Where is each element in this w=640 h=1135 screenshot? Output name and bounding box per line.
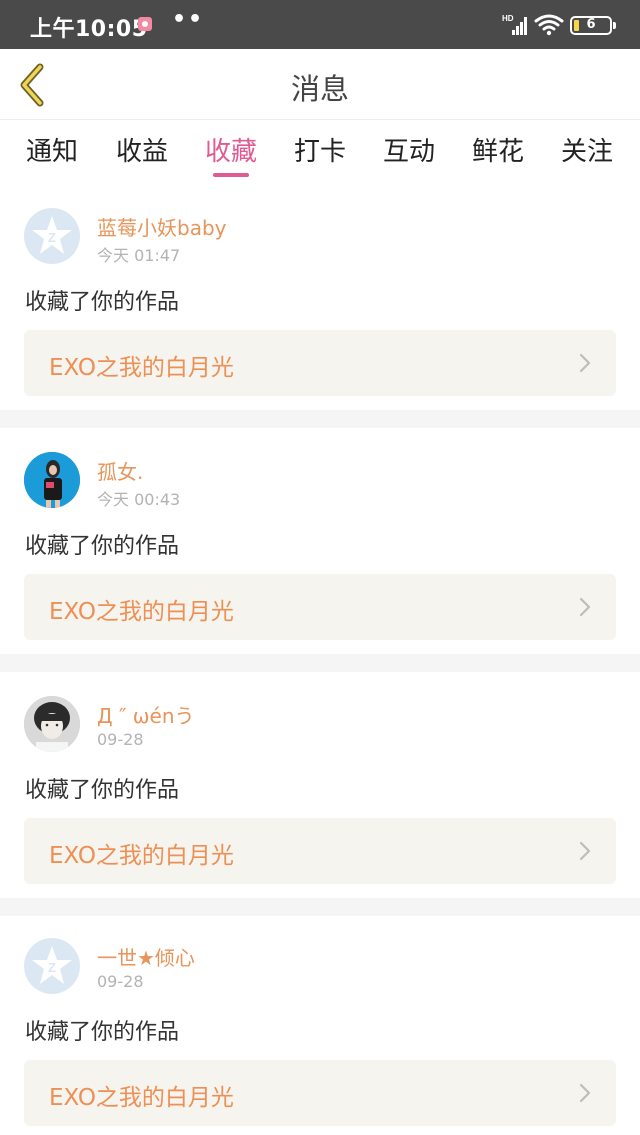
username[interactable]: 一世★倾心: [97, 942, 195, 971]
action-text: 收藏了你的作品: [25, 778, 180, 803]
user-avatar[interactable]: [24, 452, 80, 508]
username[interactable]: Д ″ ωénう: [97, 700, 195, 729]
tab-earnings[interactable]: 收益: [107, 131, 177, 168]
timestamp: 09-28: [97, 730, 144, 749]
wifi-icon: [534, 14, 564, 36]
user-avatar[interactable]: [24, 696, 80, 752]
work-title: EXO之我的白月光: [49, 843, 234, 869]
section-divider: [0, 654, 640, 672]
status-bar: 上午10:05 •• HD 6: [0, 0, 640, 49]
default-avatar-icon[interactable]: Z: [24, 938, 80, 994]
status-time: 上午10:05: [30, 17, 148, 42]
page-title: 消息: [290, 72, 349, 106]
tab-flowers[interactable]: 鲜花: [463, 131, 533, 168]
work-link[interactable]: EXO之我的白月光: [24, 818, 616, 884]
default-avatar-icon[interactable]: Z: [24, 208, 80, 264]
message-item: 孤女. 今天 00:43 收藏了你的作品 EXO之我的白月光: [0, 428, 640, 654]
work-title: EXO之我的白月光: [49, 355, 234, 381]
username[interactable]: 蓝莓小妖baby: [97, 212, 226, 241]
timestamp: 今天 00:43: [97, 490, 181, 509]
hd-label: HD: [502, 14, 514, 23]
battery-icon: 6: [570, 16, 616, 35]
work-link[interactable]: EXO之我的白月光: [24, 1060, 616, 1126]
action-text: 收藏了你的作品: [25, 1020, 180, 1045]
work-link[interactable]: EXO之我的白月光: [24, 574, 616, 640]
notification-app-icon: [138, 17, 152, 31]
section-divider: [0, 410, 640, 428]
svg-text:Z: Z: [48, 230, 56, 245]
work-title: EXO之我的白月光: [49, 599, 234, 625]
timestamp: 09-28: [97, 972, 144, 991]
username[interactable]: 孤女.: [97, 456, 143, 485]
message-item: Z 一世★倾心 09-28 收藏了你的作品 EXO之我的白月光: [0, 916, 640, 1135]
chevron-right-icon: [579, 353, 591, 373]
chevron-right-icon: [579, 597, 591, 617]
tab-checkin[interactable]: 打卡: [285, 131, 355, 168]
tab-favorites[interactable]: 收藏: [196, 131, 266, 168]
section-divider: [0, 898, 640, 916]
battery-level: 6: [586, 17, 596, 32]
chevron-right-icon: [579, 1083, 591, 1103]
timestamp: 今天 01:47: [97, 246, 181, 265]
nav-bar: 消息: [0, 49, 640, 120]
tab-notifications[interactable]: 通知: [17, 131, 87, 168]
message-item: Д ″ ωénう 09-28 收藏了你的作品 EXO之我的白月光: [0, 672, 640, 898]
chevron-right-icon: [579, 841, 591, 861]
svg-text:Z: Z: [48, 960, 56, 975]
tab-bar: 通知 收益 收藏 打卡 互动 鲜花 关注: [0, 121, 640, 187]
message-item: Z 蓝莓小妖baby 今天 01:47 收藏了你的作品 EXO之我的白月光: [0, 188, 640, 410]
cellular-signal-icon: HD: [502, 14, 527, 35]
tab-interactions[interactable]: 互动: [374, 131, 444, 168]
action-text: 收藏了你的作品: [25, 290, 180, 315]
more-notifications-icon: ••: [172, 7, 205, 32]
active-tab-indicator: [213, 173, 249, 177]
tab-following[interactable]: 关注: [552, 131, 622, 168]
work-link[interactable]: EXO之我的白月光: [24, 330, 616, 396]
work-title: EXO之我的白月光: [49, 1085, 234, 1111]
action-text: 收藏了你的作品: [25, 534, 180, 559]
